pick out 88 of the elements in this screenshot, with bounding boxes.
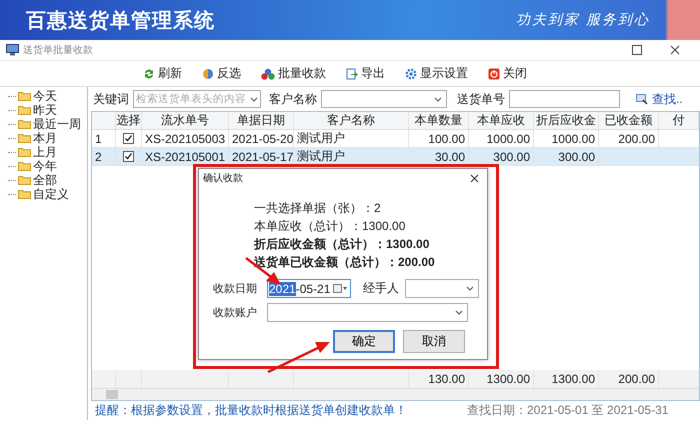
app-title: 百惠送货单管理系统 [26,8,215,34]
column-header[interactable]: 选择 [116,112,142,129]
date-range-text: 查找日期：2021-05-01 至 2021-05-31 [467,402,668,419]
toolbar-button[interactable]: 导出 [346,65,385,82]
row-number: 2 [92,148,116,165]
toolbar-button[interactable]: 显示设置 [405,65,468,82]
column-header[interactable]: 流水单号 [142,112,229,129]
table-cell: 测试用户 [294,130,409,147]
slogan: 功夫到家 服务到心 [516,11,650,29]
column-header[interactable]: 单据日期 [229,112,294,129]
arrow [267,342,330,374]
folder-icon [18,175,31,185]
maximize-icon[interactable] [632,45,642,55]
summary-line: 折后应收金额（总计）：1300.00 [254,237,430,252]
handler-label: 经手人 [363,280,400,297]
table-cell: 300.00 [469,148,534,165]
caret-icon [455,310,463,315]
keyword-label: 关键词 [93,90,129,108]
tree-item[interactable]: 上月 [33,145,57,159]
column-header[interactable]: 付 [659,112,699,129]
table-cell: 2021-05-17 [229,148,294,165]
monitor-icon [6,44,19,56]
folder-icon [18,147,31,157]
refresh-icon [143,68,155,80]
dialog-button[interactable]: 取消 [403,330,465,353]
export-icon [346,68,358,80]
caret-icon [434,96,442,102]
column-header[interactable]: 客户名称 [294,112,409,129]
tree-item[interactable]: 自定义 [33,187,69,201]
folder-icon [18,119,31,129]
table-cell: 2021-05-20 [229,130,294,147]
tree-item[interactable]: 最近一周 [33,117,81,131]
table-cell: 300.00 [534,148,599,165]
column-header[interactable]: 本单应收 [469,112,534,129]
close-icon[interactable] [470,174,479,182]
summary-line: 本单应收（总计）：1300.00 [254,219,406,234]
search-link[interactable]: 查找.. [652,90,683,108]
row-number: 1 [92,130,116,147]
checkbox[interactable] [123,133,134,144]
tree-item[interactable]: 今年 [33,159,57,173]
column-header[interactable]: 已收金额 [599,112,659,129]
table-cell: XS-202105001 [142,148,229,165]
table-cell: 30.00 [409,148,469,165]
tree-item[interactable]: 昨天 [33,103,57,117]
table-cell: 1000.00 [534,130,599,147]
power-icon [488,68,500,80]
folder-icon [18,91,31,101]
folder-icon [18,189,31,199]
table-cell: 100.00 [409,130,469,147]
table-cell: 测试用户 [294,148,409,165]
caret-icon [250,96,258,102]
account-label: 收款账户 [213,306,258,320]
summary-line: 一共选择单据（张）：2 [254,201,382,216]
circle-icon [202,68,214,80]
date-label: 收款日期 [213,282,258,296]
toolbar-button[interactable]: 批量收款 [261,65,326,82]
dialog-button[interactable]: 确定 [333,330,395,353]
customer-label: 客户名称 [269,90,317,108]
folder-icon [18,161,31,171]
horizontal-scrollbar[interactable] [92,388,699,400]
column-header[interactable]: 折后应收金 [534,112,599,129]
toolbar-button[interactable]: 刷新 [143,65,182,82]
caret-icon [466,286,474,291]
handler-dropdown[interactable] [405,279,479,298]
tree-item[interactable]: 本月 [33,131,57,145]
column-header[interactable]: 本单数量 [409,112,469,129]
table-cell: 1000.00 [469,130,534,147]
folder-icon [18,105,31,115]
gear-icon [405,68,417,80]
toolbar-button[interactable]: 关闭 [488,65,527,82]
number-field[interactable] [509,90,620,108]
search-icon[interactable] [636,93,648,105]
folder-icon [18,133,31,143]
close-icon[interactable] [670,45,680,55]
calendar-icon[interactable] [333,284,347,293]
table-cell: 200.00 [599,130,659,147]
toolbar-button[interactable]: 反选 [202,65,241,82]
dialog-title: 确认收款 [203,172,243,185]
table-cell: XS-202105003 [142,130,229,147]
number-label: 送货单号 [457,90,505,108]
tree-item[interactable]: 今天 [33,89,57,103]
table-row[interactable]: 2 XS-202105001 2021-05-17 测试用户 30.00 300.00 300.00 [92,148,699,166]
window-title: 送货单批量收款 [23,44,94,57]
balls-icon [261,68,275,80]
reminder-text: 提醒：根据参数设置，批量收款时根据送货单创建收款单！ [95,402,407,419]
checkbox[interactable] [123,151,134,162]
date-field[interactable]: 2021-05-21 [267,279,351,298]
tree-item[interactable]: 全部 [33,173,57,187]
